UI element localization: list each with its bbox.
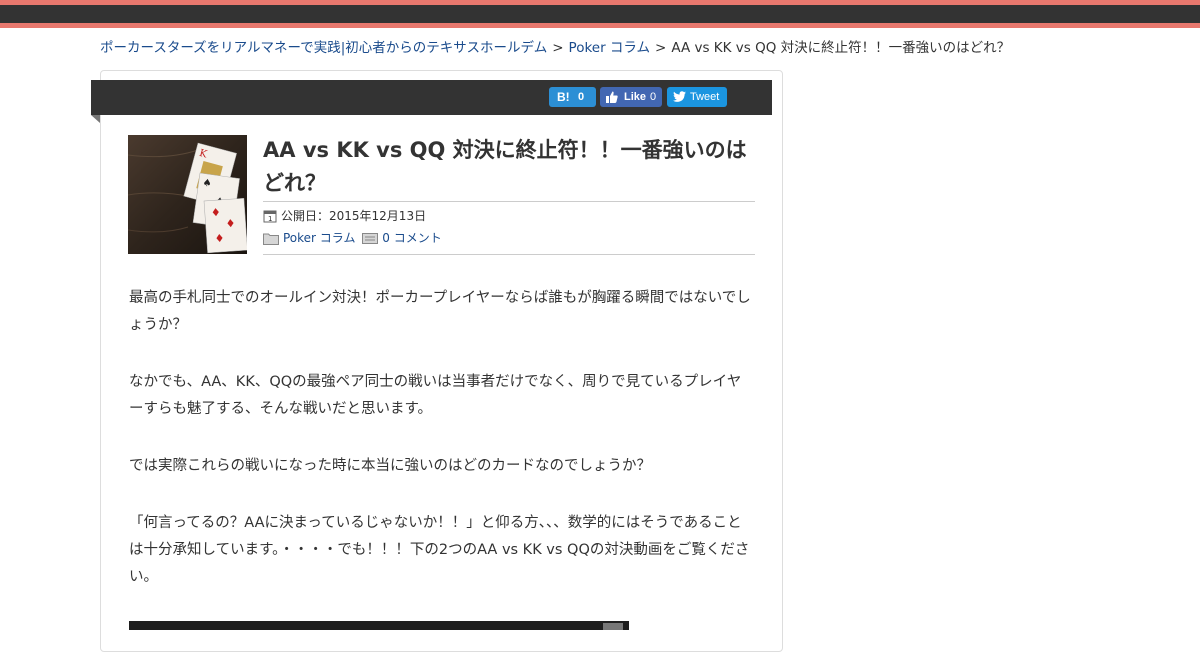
hatena-icon: B! (557, 90, 570, 104)
twitter-bird-icon (673, 91, 686, 102)
comment-icon (362, 233, 379, 244)
facebook-like-button[interactable]: Like 0 (600, 87, 662, 107)
svg-text:♠: ♠ (202, 178, 212, 190)
breadcrumb: ポーカースターズをリアルマネーで実践|初心者からのテキサスホールデム > Poker… (100, 38, 1010, 58)
paragraph: 「何言ってるの？AAに決まっているじゃないか！！」と仰る方、、、数学的にはそうで… (129, 515, 750, 585)
facebook-like-label: Like (624, 91, 647, 103)
tweet-button[interactable]: Tweet (667, 87, 727, 107)
breadcrumb-separator: > (552, 40, 564, 56)
calendar-icon: 1 (263, 210, 277, 223)
svg-text:♦: ♦ (210, 206, 221, 220)
breadcrumb-home-link[interactable]: ポーカースターズをリアルマネーで実践|初心者からのテキサスホールデム (100, 40, 547, 56)
paragraph: 最高の手札同士でのオールイン対決！ポーカープレイヤーならば誰もが胸躍る瞬間ではな… (129, 290, 751, 333)
svg-text:1: 1 (268, 215, 272, 223)
breadcrumb-current: AA vs KK vs QQ 対決に終止符！！一番強いのはどれ？ (671, 40, 1011, 56)
playing-cards-image: K ♠ ♠ ♦ ♦ ♦ (128, 135, 247, 254)
post-category-meta: Poker コラム 0 コメント (263, 230, 442, 246)
svg-text:♦: ♦ (225, 217, 236, 231)
comments-link[interactable]: 0 コメント (382, 231, 441, 245)
published-date-text: 公開日：2015年12月13日 (281, 209, 427, 223)
thumbs-up-icon (606, 91, 618, 103)
meta-divider (263, 254, 755, 255)
folder-icon (263, 233, 279, 245)
paragraph: なかでも、AA、KK、QQの最強ペア同士の戦いは当事者だけでなく、周りで見ている… (129, 374, 742, 417)
title-divider (263, 201, 755, 202)
bottom-accent-line (0, 23, 1200, 28)
ribbon-fold (91, 115, 100, 123)
published-date: 1 公開日：2015年12月13日 (263, 208, 426, 224)
video-live-badge (603, 623, 623, 630)
post-category-link[interactable]: Poker コラム (283, 231, 355, 245)
svg-text:♦: ♦ (214, 232, 225, 246)
breadcrumb-category-link[interactable]: Poker コラム (569, 40, 651, 56)
post-thumbnail[interactable]: K ♠ ♠ ♦ ♦ ♦ (128, 135, 247, 254)
hatena-count: 0 (578, 91, 585, 103)
top-bar (0, 0, 1200, 28)
hatena-bookmark-button[interactable]: B! 0 (549, 87, 596, 107)
embedded-video[interactable] (129, 621, 629, 630)
paragraph: では実際これらの戦いになった時に本当に強いのはどのカードなのでしょうか？ (129, 458, 651, 474)
top-dark-band (0, 5, 1200, 23)
post-title: AA vs KK vs QQ 対決に終止符！！一番強いのはどれ？ (263, 138, 747, 195)
facebook-like-count: 0 (650, 91, 657, 103)
breadcrumb-separator: > (655, 40, 667, 56)
tweet-label: Tweet (690, 91, 720, 103)
